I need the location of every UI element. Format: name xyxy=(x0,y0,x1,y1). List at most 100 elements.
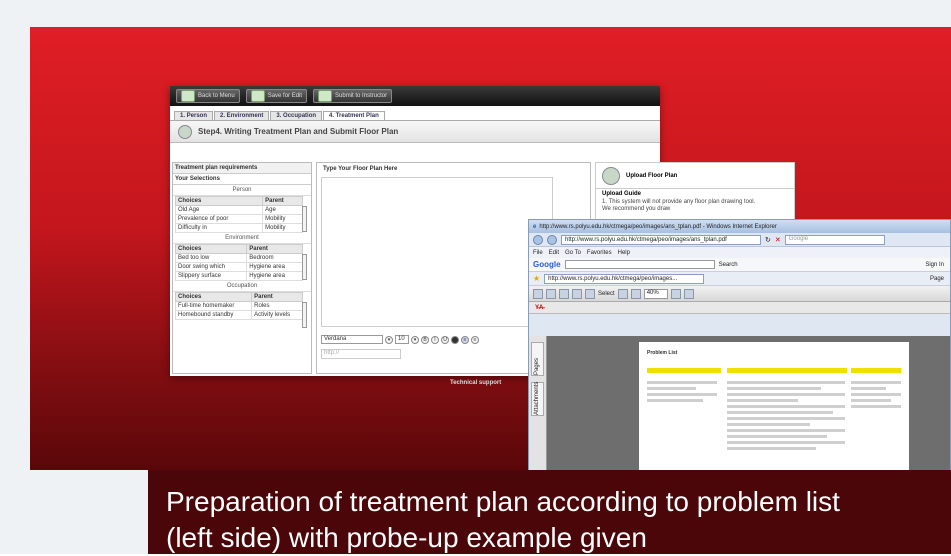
menu-file[interactable]: File xyxy=(533,250,543,256)
pdf-side-panel: Pages Attachments xyxy=(529,336,547,478)
search-icon[interactable] xyxy=(572,288,582,299)
save-for-edit-button[interactable]: Save for Edit xyxy=(245,89,308,103)
table-row[interactable]: Prevalence of poor Mobility xyxy=(174,214,303,224)
environment-table-wrap: Choices Parent Bed too low Bedroom Door sw… xyxy=(173,244,311,281)
col-parent: Parent xyxy=(262,196,303,206)
tab-person[interactable]: 1. Person xyxy=(174,111,214,120)
menu-help[interactable]: Help xyxy=(618,250,630,256)
scrollbar[interactable] xyxy=(302,206,307,232)
upload-title: Upload Floor Plan xyxy=(626,172,678,179)
back-icon[interactable] xyxy=(533,234,543,245)
upload-guide-title: Upload Guide xyxy=(602,191,641,197)
section-environment: Environment xyxy=(173,233,311,244)
submit-icon xyxy=(318,90,333,102)
align-center-icon[interactable]: ≡ xyxy=(471,335,479,344)
floor-plan-editor[interactable] xyxy=(321,177,553,327)
email-icon[interactable] xyxy=(559,288,569,299)
table-row[interactable]: Homebound standby Activity levels xyxy=(174,310,303,320)
table-row[interactable]: Bed too low Bedroom xyxy=(174,253,303,263)
select-tool[interactable]: Select xyxy=(598,291,615,297)
rotate-icon[interactable] xyxy=(683,288,694,299)
pdf-highlight xyxy=(851,368,901,373)
back-to-menu-button[interactable]: Back to Menu xyxy=(176,89,240,103)
ie-window: e http://www.rs.polyu.edu.hk/ctmega/peo/… xyxy=(528,219,951,479)
size-select[interactable]: 10 xyxy=(395,335,409,344)
pdf-logo-icon: Y̶A̶ xyxy=(535,304,544,311)
print-icon[interactable] xyxy=(546,288,556,299)
format-toolbar: Verdana ▾ 10 ▾ B I U ≡ ≡ xyxy=(321,335,479,344)
col-choices: Choices xyxy=(174,292,253,302)
requirements-panel: Treatment plan requirements Your Selecti… xyxy=(172,162,312,374)
google-search-button[interactable]: Search xyxy=(719,262,738,268)
address-input[interactable]: http://www.rs.polyu.edu.hk/ctmega/peo/im… xyxy=(561,234,761,245)
zoom-in-icon[interactable] xyxy=(617,288,628,299)
scrollbar[interactable] xyxy=(302,254,307,280)
col-choices: Choices xyxy=(174,196,264,206)
zoom-select[interactable]: 40% xyxy=(643,288,668,299)
forward-icon[interactable] xyxy=(547,234,557,245)
bold-icon[interactable]: B xyxy=(421,335,429,344)
fit-page-icon[interactable] xyxy=(670,288,681,299)
attachments-tab[interactable]: Attachments xyxy=(531,382,544,416)
italic-icon[interactable]: I xyxy=(431,335,439,344)
floor-plan-header: Type Your Floor Plan Here xyxy=(323,166,398,172)
caption-text: Preparation of treatment plan according … xyxy=(166,484,941,556)
menu-favorites[interactable]: Favorites xyxy=(587,250,612,256)
star-icon[interactable]: ★ xyxy=(533,274,540,283)
tab-bar: 1. Person 2. Environment 3. Occupation 4… xyxy=(170,109,660,121)
upload-icon[interactable] xyxy=(602,166,620,185)
your-selections-label: Your Selections xyxy=(173,174,311,185)
pages-tab[interactable]: Pages xyxy=(531,342,544,376)
chevron-down-icon[interactable]: ▾ xyxy=(411,335,419,344)
close-icon[interactable]: ✕ xyxy=(775,236,781,244)
save-icon[interactable] xyxy=(533,288,543,299)
occupation-table-wrap: Choices Parent Full-time homemaker Roles H… xyxy=(173,292,311,328)
submit-button[interactable]: Submit to Instructor xyxy=(313,89,393,103)
table-row[interactable]: Slippery surface Hygiene area xyxy=(174,271,303,281)
underline-icon[interactable]: U xyxy=(441,335,449,344)
pdf-tab-strip: Y̶A̶ xyxy=(529,302,950,314)
pdf-toolbar: Select 40% xyxy=(529,286,950,302)
table-row[interactable]: Old Age Age xyxy=(174,205,303,215)
menu-go-to[interactable]: Go To xyxy=(565,250,581,256)
color-icon[interactable] xyxy=(451,335,459,344)
menu-edit[interactable]: Edit xyxy=(549,250,559,256)
google-search-input[interactable] xyxy=(564,260,715,269)
col-parent: Parent xyxy=(246,244,303,254)
col-parent: Parent xyxy=(251,292,303,302)
pdf-highlight xyxy=(727,368,847,373)
section-person: Person xyxy=(173,185,311,196)
pdf-col-person xyxy=(647,378,717,405)
ie-title-bar: e http://www.rs.polyu.edu.hk/ctmega/peo/… xyxy=(529,220,950,233)
tab-environment[interactable]: 2. Environment xyxy=(214,111,270,120)
hand-icon[interactable] xyxy=(585,288,595,299)
tab-treatment-plan[interactable]: 4. Treatment Plan xyxy=(323,111,385,120)
save-icon xyxy=(250,90,265,102)
favorite-tab[interactable]: http://www.rs.polyu.edu.hk/ctmega/peo/im… xyxy=(544,273,705,284)
font-select[interactable]: Verdana xyxy=(321,335,383,344)
table-row[interactable]: Difficulty in Mobility xyxy=(174,223,303,233)
pen-icon xyxy=(178,124,192,139)
occupation-table: Choices Parent Full-time homemaker Roles H… xyxy=(174,292,303,320)
page-menu[interactable]: Page xyxy=(930,276,944,282)
zoom-out-icon[interactable] xyxy=(630,288,641,299)
scrollbar[interactable] xyxy=(302,302,307,328)
ie-window-title: http://www.rs.polyu.edu.hk/ctmega/peo/im… xyxy=(539,223,777,230)
technical-support-link[interactable]: Technical support xyxy=(450,380,501,386)
tab-occupation[interactable]: 3. Occupation xyxy=(270,111,323,120)
menu-icon xyxy=(181,90,195,102)
align-left-icon[interactable]: ≡ xyxy=(461,335,469,344)
refresh-icon[interactable]: ↻ xyxy=(765,236,771,244)
favorites-bar: ★ http://www.rs.polyu.edu.hk/ctmega/peo/… xyxy=(529,272,950,286)
pdf-col-environment xyxy=(727,378,845,453)
sign-in-link[interactable]: Sign In xyxy=(925,262,944,268)
chevron-down-icon[interactable]: ▾ xyxy=(385,335,393,344)
step-title: Step4. Writing Treatment Plan and Submit… xyxy=(198,127,399,136)
table-row[interactable]: Door swing which Hygiene area xyxy=(174,262,303,272)
table-row[interactable]: Full-time homemaker Roles xyxy=(174,301,303,311)
ie-logo-icon: e xyxy=(533,223,537,230)
requirements-header: Treatment plan requirements xyxy=(173,163,311,174)
person-table: Choices Parent Old Age Age Prevalence of p… xyxy=(174,196,303,233)
url-input[interactable]: http:// xyxy=(321,349,401,359)
search-input[interactable]: Google xyxy=(784,234,885,245)
